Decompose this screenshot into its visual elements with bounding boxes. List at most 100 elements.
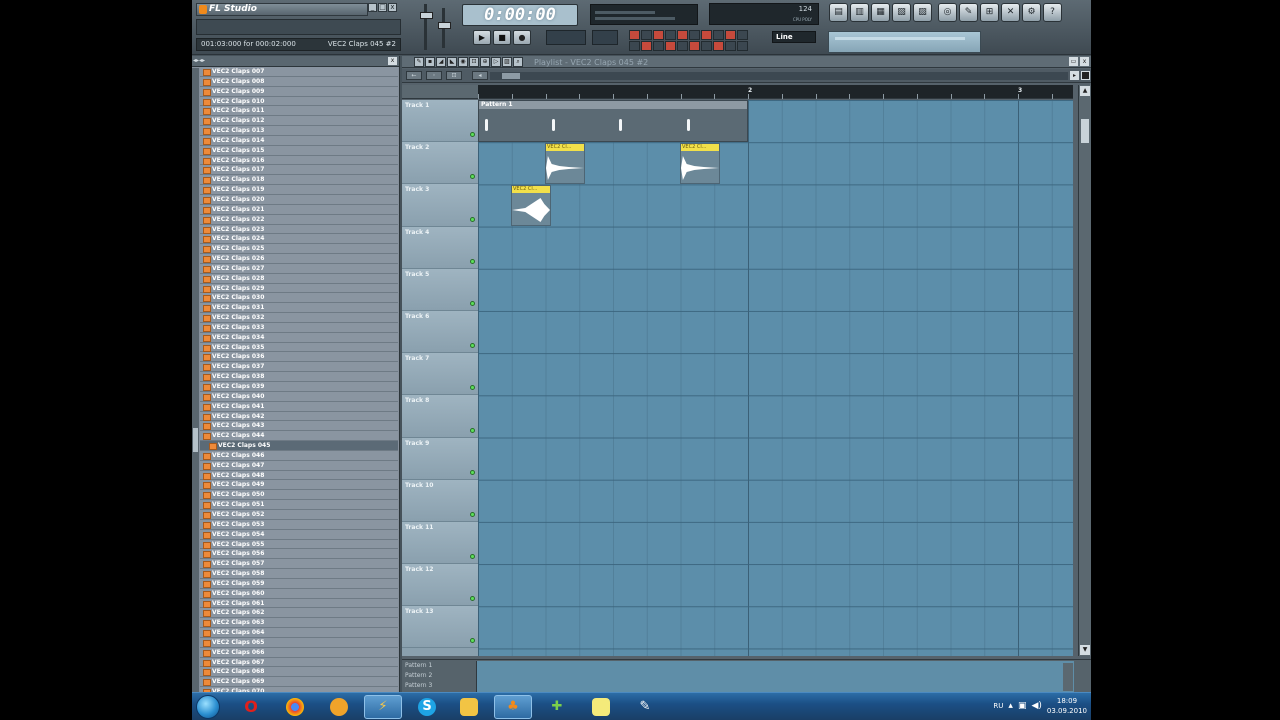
volume-icon[interactable]: ◀) [1031, 701, 1041, 711]
mode-button[interactable] [665, 41, 676, 51]
record-button[interactable]: ● [513, 30, 531, 45]
browser-item[interactable]: VEC2 Claps 054 [200, 529, 398, 540]
browser-item[interactable]: VEC2 Claps 025 [200, 244, 398, 255]
browser-item[interactable]: VEC2 Claps 069 [200, 677, 398, 688]
browser-item[interactable]: VEC2 Claps 031 [200, 303, 398, 314]
browser-item[interactable]: VEC2 Claps 061 [200, 598, 398, 609]
browser-item[interactable]: VEC2 Claps 032 [200, 313, 398, 323]
track-mute-icon[interactable] [470, 343, 475, 349]
taskbar-notes[interactable] [582, 695, 620, 719]
browser-item[interactable]: VEC2 Claps 034 [200, 332, 398, 343]
pattern-selector[interactable] [592, 30, 618, 45]
browser-item[interactable]: VEC2 Claps 041 [200, 401, 398, 412]
language-indicator[interactable]: RU [993, 702, 1003, 710]
browser-item[interactable]: VEC2 Claps 011 [200, 106, 398, 117]
scroll-thumb[interactable] [1081, 119, 1089, 143]
browser-icon[interactable]: ▧ [892, 3, 911, 22]
help-icon[interactable]: ? [1043, 3, 1062, 22]
track-header[interactable]: Track 11 [402, 521, 478, 565]
maximize-button[interactable]: □ [378, 3, 387, 12]
tray-arrow-icon[interactable]: ▴ [1008, 701, 1013, 711]
track-mute-icon[interactable] [470, 258, 475, 264]
browser-item[interactable]: VEC2 Claps 056 [200, 549, 398, 560]
track-header[interactable]: Track 10 [402, 479, 478, 522]
browser-item[interactable]: VEC2 Claps 049 [200, 480, 398, 491]
browser-item[interactable]: VEC2 Claps 013 [200, 126, 398, 136]
step-sequencer-icon[interactable]: ▥ [850, 3, 869, 22]
scroll-down-icon[interactable]: ▼ [1080, 645, 1090, 655]
minimize-button[interactable]: _ [368, 3, 377, 12]
browser-nav-icon[interactable]: ◂▸◂▸ [193, 57, 205, 64]
slice-tool-icon[interactable]: ◉ [458, 57, 468, 67]
draw-tool-icon[interactable]: ✎ [414, 57, 424, 67]
delete-tool-icon[interactable]: ◢ [436, 57, 446, 67]
browser-item[interactable]: VEC2 Claps 012 [200, 116, 398, 127]
track-mute-icon[interactable] [470, 132, 475, 138]
mode-button[interactable] [653, 30, 664, 40]
prev-icon[interactable]: ◂ [472, 71, 488, 80]
song-time-display[interactable]: 0:00:00 [462, 4, 578, 26]
browser-item[interactable]: VEC2 Claps 047 [200, 460, 398, 471]
browser-item[interactable]: VEC2 Claps 033 [200, 322, 398, 333]
piano-roll-icon[interactable]: ▦ [871, 3, 890, 22]
taskbar-paint[interactable]: ✎ [626, 695, 664, 719]
browser-item[interactable]: VEC2 Claps 062 [200, 608, 398, 619]
track-mute-icon[interactable] [470, 638, 475, 644]
pattern-list-item[interactable]: Pattern 2 [405, 672, 432, 679]
select-tool-icon[interactable]: ⊡ [469, 57, 479, 67]
track-header[interactable]: Track 7 [402, 353, 478, 396]
browser-item[interactable]: VEC2 Claps 043 [200, 421, 398, 432]
mixer-icon[interactable]: ▨ [913, 3, 932, 22]
browser-item[interactable]: VEC2 Claps 058 [200, 569, 398, 579]
export-icon[interactable]: ◎ [938, 3, 957, 22]
browser-item[interactable]: VEC2 Claps 066 [200, 647, 398, 658]
browser-item[interactable]: VEC2 Claps 015 [200, 145, 398, 156]
mode-button[interactable] [689, 41, 700, 51]
pattern-clip[interactable]: Pattern 1 [478, 100, 748, 142]
track-header[interactable]: Track 1 [402, 100, 478, 143]
browser-item[interactable]: VEC2 Claps 048 [200, 470, 398, 481]
track-header[interactable]: Track 9 [402, 437, 478, 480]
mode-button[interactable] [677, 41, 688, 51]
mode-button[interactable] [725, 41, 736, 51]
pattern-list-item[interactable]: Pattern 3 [405, 682, 432, 689]
playlist-vscroll[interactable]: ▲ ▼ [1078, 85, 1091, 656]
browser-item[interactable]: VEC2 Claps 063 [200, 618, 398, 629]
master-volume-slider[interactable] [420, 4, 433, 50]
view-mode-icon[interactable]: ◦ [426, 71, 442, 80]
taskbar-skype[interactable]: S [408, 695, 446, 719]
browser-item[interactable]: VEC2 Claps 007 [200, 67, 398, 77]
mode-button[interactable] [629, 30, 640, 40]
mode-button[interactable] [653, 41, 664, 51]
mode-button[interactable] [713, 41, 724, 51]
browser-item[interactable]: VEC2 Claps 009 [200, 86, 398, 97]
mode-button[interactable] [641, 30, 652, 40]
online-news-bar[interactable] [828, 31, 981, 53]
track-header[interactable]: Track 6 [402, 310, 478, 354]
browser-item[interactable]: VEC2 Claps 057 [200, 559, 398, 570]
playback-tool-icon[interactable]: ▷ [491, 57, 501, 67]
mode-button[interactable] [677, 30, 688, 40]
mode-button[interactable] [641, 41, 652, 51]
mode-button[interactable] [665, 30, 676, 40]
browser-item[interactable]: VEC2 Claps 051 [200, 500, 398, 510]
save-icon[interactable]: ⊞ [980, 3, 999, 22]
mute-tool-icon[interactable]: ◣ [447, 57, 457, 67]
system-clock[interactable]: 18:09 03.09.2010 [1047, 696, 1087, 716]
browser-item[interactable]: VEC2 Claps 060 [200, 588, 398, 599]
browser-item[interactable]: VEC2 Claps 039 [200, 382, 398, 392]
browser-item[interactable]: VEC2 Claps 055 [200, 539, 398, 550]
taskbar-fl-studio[interactable]: ♣ [494, 695, 532, 719]
browser-item[interactable]: VEC2 Claps 028 [200, 273, 398, 284]
mode-button[interactable] [725, 30, 736, 40]
browser-item[interactable]: VEC2 Claps 022 [200, 214, 398, 225]
browser-item[interactable]: VEC2 Claps 018 [200, 175, 398, 186]
mode-button[interactable] [737, 41, 748, 51]
network-icon[interactable]: ▣ [1018, 701, 1027, 711]
playlist-close-icon[interactable]: x [1080, 57, 1089, 66]
browser-item[interactable]: VEC2 Claps 046 [200, 450, 398, 461]
taskbar-utorrent[interactable]: ✚ [538, 695, 576, 719]
browser-item[interactable]: VEC2 Claps 023 [200, 224, 398, 235]
app-logo[interactable]: FL Studio [196, 3, 368, 16]
mode-button[interactable] [701, 41, 712, 51]
